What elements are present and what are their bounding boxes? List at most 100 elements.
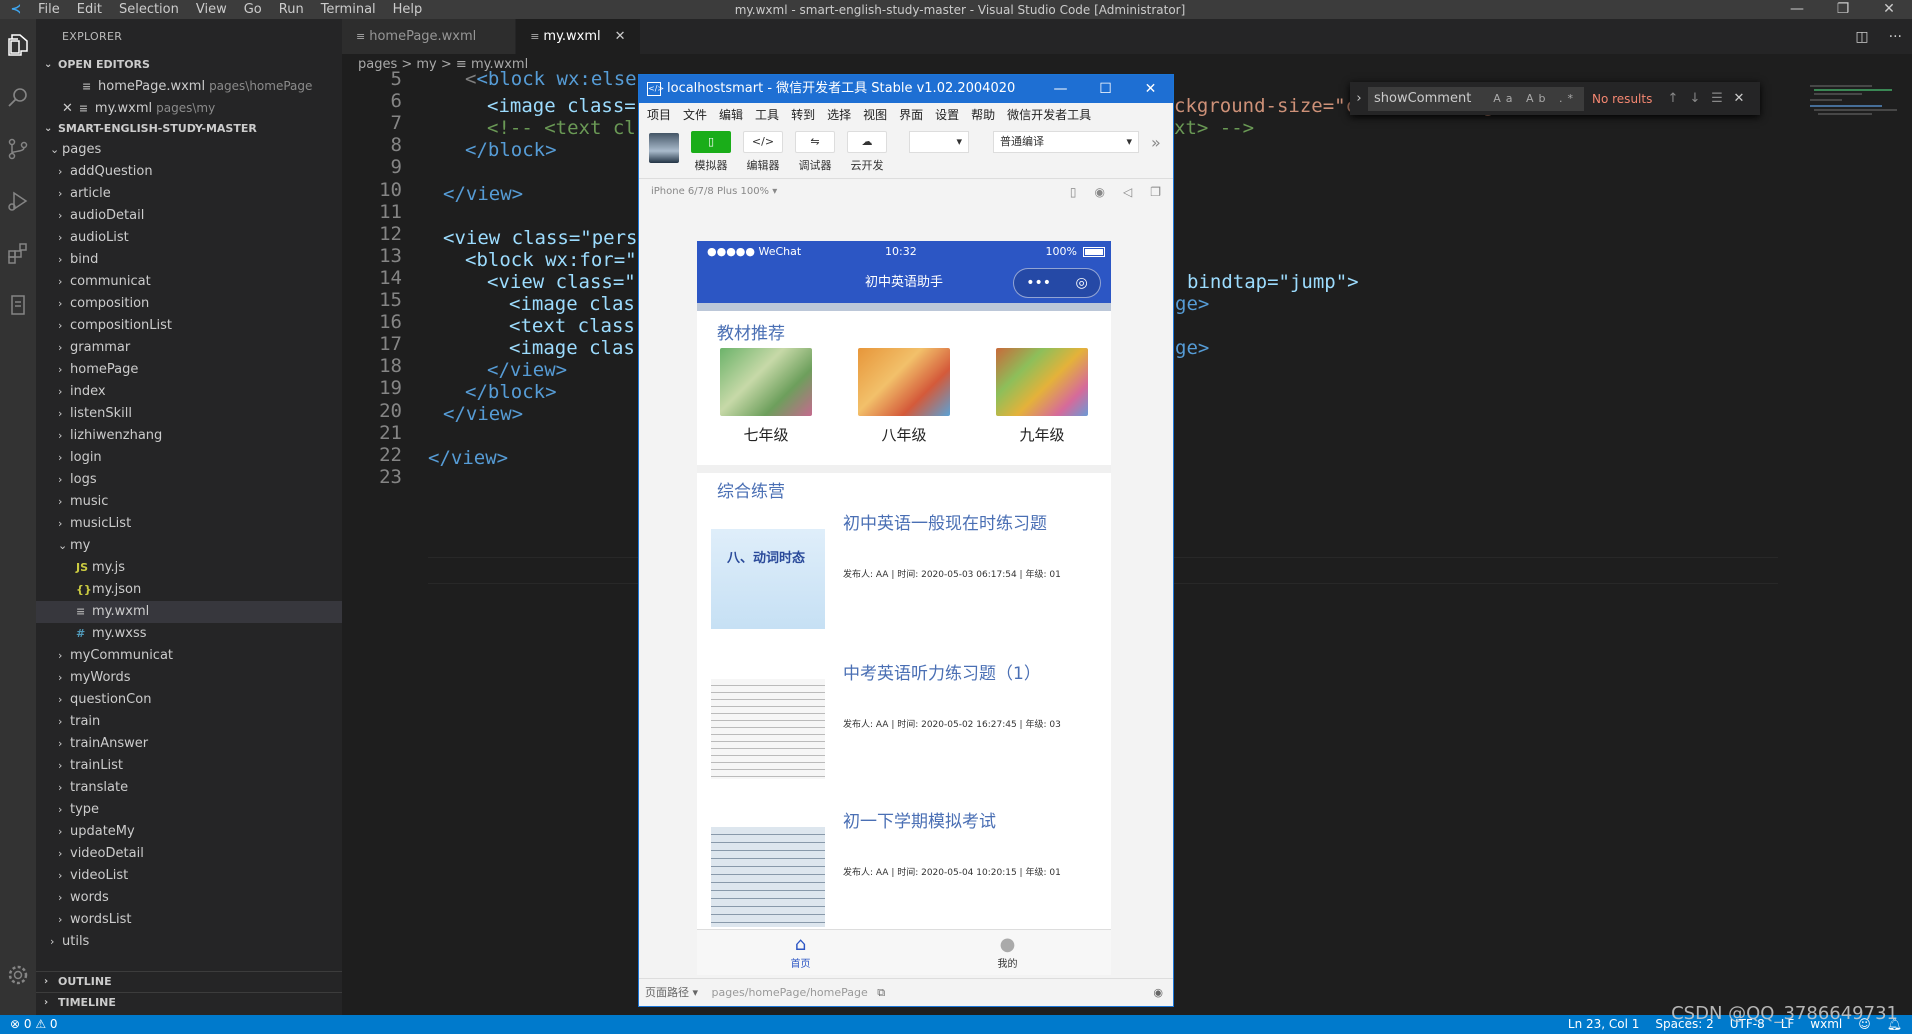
folder-trainanswer[interactable]: › trainAnswer [36,733,342,755]
folder-questioncon[interactable]: › questionCon [36,689,342,711]
folder-translate[interactable]: › translate [36,777,342,799]
arrow-up-icon[interactable]: ↑ [1662,91,1684,106]
volume-icon[interactable]: ◁ [1123,179,1132,205]
folder-article[interactable]: › article [36,183,342,205]
debugger-toggle[interactable]: ⇋ 调试器 [795,131,835,173]
folder-videodetail[interactable]: › videoDetail [36,843,342,865]
timeline-header[interactable]: › TIMELINE [36,992,342,1012]
folder-homepage[interactable]: › homePage [36,359,342,381]
more-tools-icon[interactable]: » [1151,133,1161,152]
folder-my[interactable]: ⌄ my [36,535,342,557]
folder-wordslist[interactable]: › wordsList [36,909,342,931]
menu-edit[interactable]: Edit [77,2,102,17]
folder-updatemy[interactable]: › updateMy [36,821,342,843]
find-in-selection-icon[interactable]: ☰ [1706,91,1728,106]
wx-menu-item[interactable]: 工具 [755,103,779,127]
target-icon[interactable]: ◎ [1076,263,1088,303]
folder-login[interactable]: › login [36,447,342,469]
exercise-item[interactable]: 八、动词时态 初中英语一般现在时练习题 发布人: AA | 时间: 2020-0… [697,509,1111,649]
folder-train[interactable]: › train [36,711,342,733]
file-my-js[interactable]: JS my.js [36,557,342,579]
menu-run[interactable]: Run [279,2,304,17]
menu-terminal[interactable]: Terminal [321,2,376,17]
find-options[interactable]: Aa Ab .* [1493,87,1578,111]
minimap[interactable] [1802,76,1912,136]
open-editor-item-active[interactable]: ✕ ≡ my.wxml pages\my [36,97,342,119]
avatar[interactable] [649,133,679,163]
tab-homepage-wxml[interactable]: ≡homePage.wxml✕ [342,19,517,54]
cursor-position[interactable]: Ln 23, Col 1 [1568,1015,1640,1034]
folder-logs[interactable]: › logs [36,469,342,491]
folder-music[interactable]: › music [36,491,342,513]
wx-menu-item[interactable]: 转到 [791,103,815,127]
cloud-dev-button[interactable]: ☁ 云开发 [847,131,887,173]
wx-menu-item[interactable]: 视图 [863,103,887,127]
problems-indicator[interactable]: ⊗ 0 ⚠ 0 [10,1015,58,1034]
folder-listenskill[interactable]: › listenSkill [36,403,342,425]
close-icon[interactable]: ✕ [1866,0,1912,19]
mode-select[interactable]: ▾ [909,131,969,153]
simulator-toggle[interactable]: ▯ 模拟器 [691,131,731,173]
capsule-menu[interactable]: ••• ◎ [1013,268,1101,298]
restore-icon[interactable]: ❐ [1820,0,1866,19]
folder-type[interactable]: › type [36,799,342,821]
folder-audiolist[interactable]: › audioList [36,227,342,249]
folder-mycommunicat[interactable]: › myCommunicat [36,645,342,667]
tab-home[interactable]: ⌂ 首页 [697,930,904,975]
menu-go[interactable]: Go [244,2,262,17]
close-icon[interactable]: ✕ [1128,75,1173,103]
find-input[interactable]: showComment Aa Ab .* [1368,86,1584,111]
folder-mywords[interactable]: › myWords [36,667,342,689]
wx-menu-item[interactable]: 帮助 [971,103,995,127]
more-icon[interactable]: ••• [1026,263,1051,303]
run-debug-icon[interactable] [0,175,36,227]
folder-trainlist[interactable]: › trainList [36,755,342,777]
wx-menu-item[interactable]: 文件 [683,103,707,127]
folder-pages[interactable]: ⌄ pages [36,139,342,161]
open-editors-header[interactable]: ⌄ OPEN EDITORS [36,55,342,75]
chevron-right-icon[interactable]: › [1350,91,1368,106]
book-grade-9[interactable]: 九年级 [996,348,1088,445]
editor-toggle[interactable]: </> 编辑器 [743,131,783,173]
folder-bind[interactable]: › bind [36,249,342,271]
mini-program-icon[interactable] [0,279,36,331]
folder-index[interactable]: › index [36,381,342,403]
wx-menu-item[interactable]: 微信开发者工具 [1007,103,1091,127]
copy-icon[interactable]: ⧉ [877,986,885,999]
arrow-down-icon[interactable]: ↓ [1684,91,1706,106]
maximize-icon[interactable]: ☐ [1083,75,1128,103]
wx-menu-item[interactable]: 选择 [827,103,851,127]
folder-lizhiwenzhang[interactable]: › lizhiwenzhang [36,425,342,447]
book-grade-8[interactable]: 八年级 [858,348,950,445]
gear-icon[interactable] [0,949,36,1001]
tab-my-wxml[interactable]: ≡ my.wxml ✕ [516,19,641,54]
folder-words[interactable]: › words [36,887,342,909]
wx-menu-item[interactable]: 项目 [647,103,671,127]
menu-selection[interactable]: Selection [119,2,179,17]
extensions-icon[interactable] [0,227,36,279]
minimize-icon[interactable]: — [1038,75,1083,103]
folder-grammar[interactable]: › grammar [36,337,342,359]
folder-communicat[interactable]: › communicat [36,271,342,293]
wx-menu-item[interactable]: 界面 [899,103,923,127]
exercise-item[interactable]: 初一下学期模拟考试 发布人: AA | 时间: 2020-05-04 10:20… [697,807,1111,947]
wx-menu-item[interactable]: 编辑 [719,103,743,127]
folder-utils[interactable]: › utils [36,931,342,953]
phone-icon[interactable]: ▯ [1070,179,1077,205]
menu-view[interactable]: View [196,2,227,17]
minimize-icon[interactable]: — [1774,0,1820,19]
tab-my[interactable]: ● 我的 [904,930,1111,975]
menu-help[interactable]: Help [393,2,423,17]
search-icon[interactable] [0,71,36,123]
exercise-item[interactable]: 中考英语听力练习题（1） 发布人: AA | 时间: 2020-05-02 16… [697,659,1111,799]
wx-menu-item[interactable]: 设置 [935,103,959,127]
close-editor-icon[interactable]: ✕ [62,101,73,116]
close-icon[interactable]: ✕ [615,29,626,44]
split-editor-icon[interactable]: ◫ [1855,29,1868,45]
menu-file[interactable]: File [38,2,60,17]
open-editor-item[interactable]: ≡ homePage.wxml pages\homePage [36,75,342,97]
close-icon[interactable]: ✕ [1728,91,1750,106]
folder-videolist[interactable]: › videoList [36,865,342,887]
outline-header[interactable]: › OUTLINE [36,972,342,992]
folder-addquestion[interactable]: › addQuestion [36,161,342,183]
